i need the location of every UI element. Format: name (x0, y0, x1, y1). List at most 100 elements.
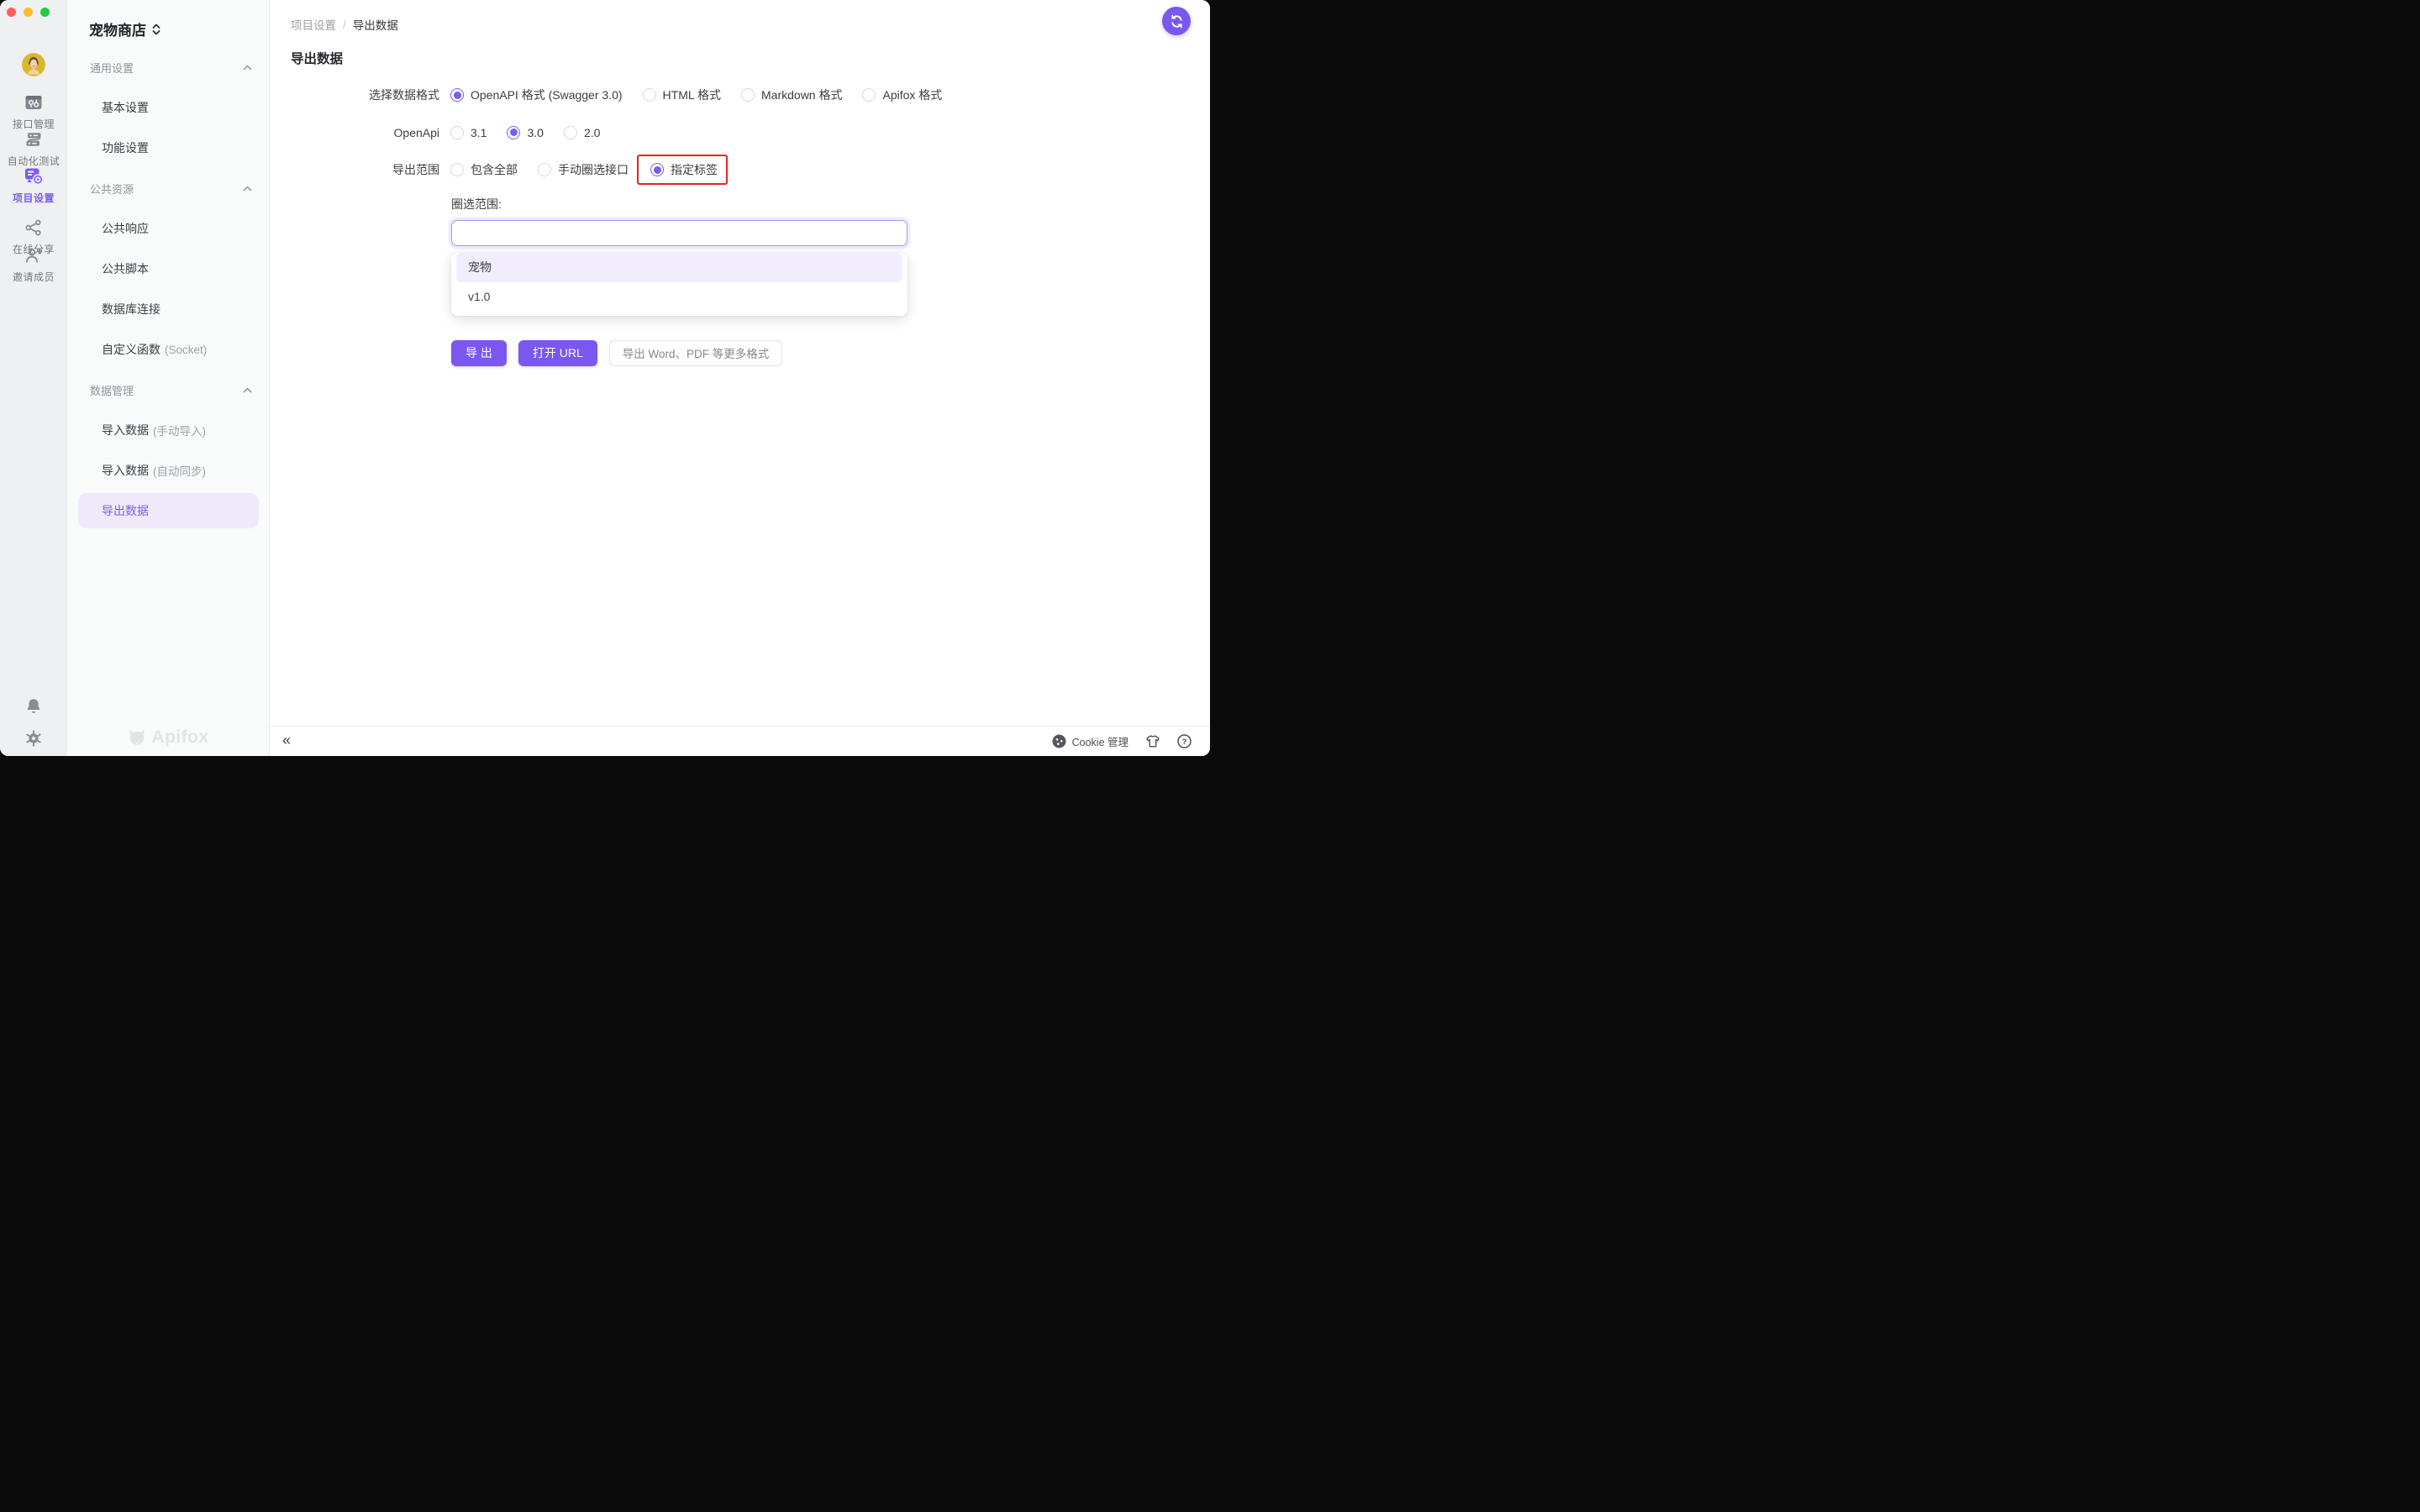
radio-include-all[interactable]: 包含全部 (450, 161, 518, 178)
radio-html-format[interactable]: HTML 格式 (643, 87, 721, 103)
chevron-up-icon[interactable] (243, 186, 252, 192)
radio-icon (538, 163, 551, 176)
radio-option-label: 包含全部 (471, 161, 518, 178)
refresh-icon (1169, 13, 1185, 29)
openapi-version-options: 3.1 3.0 2.0 (450, 126, 620, 139)
export-data-page: 项目设置 / 导出数据 导出数据 选择数据格式 OpenAPI 格式 (Swag… (270, 0, 1210, 756)
export-scope-options: 包含全部 手动圈选接口 指定标签 (450, 160, 739, 180)
radio-icon (450, 163, 464, 176)
menu-item-export-data[interactable]: 导出数据 (78, 493, 259, 528)
rail-item-label: 自动化测试 (8, 154, 60, 168)
tag-scope-label: 圈选范围: (451, 196, 1210, 213)
open-url-button[interactable]: 打开 URL (518, 340, 597, 366)
radio-option-label: OpenAPI 格式 (Swagger 3.0) (471, 87, 623, 103)
radio-markdown-format[interactable]: Markdown 格式 (741, 87, 842, 103)
form-label: 导出范围 (270, 161, 439, 178)
rail-item-automated-testing[interactable]: 自动化测试 (0, 131, 67, 168)
rail-item-project-settings[interactable]: 项目设置 (0, 167, 67, 205)
cookie-icon (1052, 734, 1066, 748)
menu-section-data-management[interactable]: 数据管理 (67, 370, 269, 410)
openapi-version-row: OpenApi 3.1 3.0 2.0 (270, 121, 1210, 144)
radio-version-3-1[interactable]: 3.1 (450, 126, 487, 139)
menu-section-general[interactable]: 通用设置 (67, 47, 269, 87)
menu-item-import-manual[interactable]: 导入数据 (手动导入) (67, 410, 269, 450)
radio-option-label: HTML 格式 (663, 87, 721, 103)
question-icon: ? (1177, 734, 1192, 748)
breadcrumb: 项目设置 / 导出数据 (291, 16, 398, 33)
zoom-button[interactable] (40, 8, 50, 17)
radio-apifox-format[interactable]: Apifox 格式 (862, 87, 942, 103)
dropdown-option-pet[interactable]: 宠物 (456, 253, 902, 282)
person-plus-icon (24, 247, 44, 268)
rail-item-invite-members[interactable]: 邀请成员 (0, 247, 67, 284)
bell-icon (24, 697, 43, 716)
menu-item-basic-settings[interactable]: 基本设置 (67, 87, 269, 128)
rail-divider (10, 202, 57, 203)
menu-item-label: 公共响应 (102, 220, 149, 237)
automated-testing-icon (24, 131, 43, 152)
chevron-up-icon[interactable] (243, 387, 252, 393)
rail-item-label: 接口管理 (13, 117, 55, 131)
radio-openapi-format[interactable]: OpenAPI 格式 (Swagger 3.0) (450, 87, 623, 103)
api-management-icon (24, 94, 43, 115)
notifications-button[interactable] (0, 697, 67, 716)
menu-item-label: 功能设置 (102, 139, 149, 156)
project-switcher-icon (152, 23, 160, 36)
more-formats-button[interactable]: 导出 Word、PDF 等更多格式 (609, 340, 783, 366)
help-button[interactable]: ? (1177, 734, 1192, 748)
avatar[interactable] (22, 53, 45, 76)
radio-option-label: 2.0 (584, 126, 600, 139)
format-row: 选择数据格式 OpenAPI 格式 (Swagger 3.0) HTML 格式 … (270, 83, 1210, 107)
project-settings-icon (24, 167, 44, 189)
brand-text: Apifox (151, 727, 208, 748)
menu-item-note: (自动同步) (153, 462, 206, 479)
menu-item-import-auto-sync[interactable]: 导入数据 (自动同步) (67, 450, 269, 491)
menu-item-feature-settings[interactable]: 功能设置 (67, 128, 269, 168)
breadcrumb-parent[interactable]: 项目设置 (291, 16, 336, 33)
export-button[interactable]: 导 出 (451, 340, 507, 366)
avatar-image (22, 53, 45, 76)
form-label: 选择数据格式 (270, 87, 439, 103)
dropdown-option-v1[interactable]: v1.0 (451, 282, 908, 312)
menu-item-note: (手动导入) (153, 422, 206, 438)
radio-option-label: Apifox 格式 (882, 87, 942, 103)
minimize-button[interactable] (24, 8, 33, 17)
radio-specified-tags[interactable]: 指定标签 (649, 160, 719, 180)
tag-scope-input[interactable] (451, 220, 908, 246)
section-header-label: 公共资源 (90, 181, 134, 197)
cookie-manager-button[interactable]: Cookie 管理 (1052, 733, 1128, 749)
chevron-up-icon[interactable] (243, 65, 252, 71)
tag-scope-block: 圈选范围: 宠物 v1.0 导 出 打开 URL 导出 Word、PDF 等更多… (451, 196, 1210, 366)
close-button[interactable] (7, 8, 16, 17)
settings-button[interactable] (0, 729, 67, 748)
format-options: OpenAPI 格式 (Swagger 3.0) HTML 格式 Markdow… (450, 87, 962, 103)
menu-item-label: 基本设置 (102, 99, 149, 116)
rail-item-label: 邀请成员 (13, 270, 55, 284)
radio-selected-icon (450, 88, 464, 102)
radio-version-2-0[interactable]: 2.0 (564, 126, 600, 139)
menu-item-custom-functions[interactable]: 自定义函数 (Socket) (67, 329, 269, 370)
action-buttons: 导 出 打开 URL 导出 Word、PDF 等更多格式 (451, 340, 1210, 366)
menu-item-shared-scripts[interactable]: 公共脚本 (67, 249, 269, 289)
radio-icon (643, 88, 656, 102)
radio-version-3-0[interactable]: 3.0 (507, 126, 543, 139)
theme-button[interactable] (1145, 734, 1160, 748)
project-switcher[interactable]: 宠物商店 (89, 18, 160, 39)
form-label: OpenApi (270, 126, 439, 139)
menu-section-shared-resources[interactable]: 公共资源 (67, 168, 269, 208)
rail-item-api-management[interactable]: 接口管理 (0, 94, 67, 131)
settings-menu: 通用设置 基本设置 功能设置 公共资源 公共响应 公共脚本 数据库连接 (67, 47, 269, 531)
menu-item-shared-responses[interactable]: 公共响应 (67, 208, 269, 249)
radio-option-label: 3.1 (471, 126, 487, 139)
sync-button[interactable] (1162, 7, 1191, 35)
radio-option-label: Markdown 格式 (761, 87, 842, 103)
collapse-sidebar-button[interactable]: « (282, 732, 291, 750)
menu-item-database-connections[interactable]: 数据库连接 (67, 289, 269, 329)
svg-text:?: ? (1182, 738, 1187, 747)
dropdown-option-label: 宠物 (468, 259, 492, 276)
radio-manual-select-apis[interactable]: 手动圈选接口 (538, 161, 629, 178)
project-name: 宠物商店 (89, 18, 146, 39)
radio-option-label: 手动圈选接口 (558, 161, 629, 178)
radio-icon (862, 88, 876, 102)
icon-rail: 接口管理 自动化测试 (0, 0, 67, 756)
